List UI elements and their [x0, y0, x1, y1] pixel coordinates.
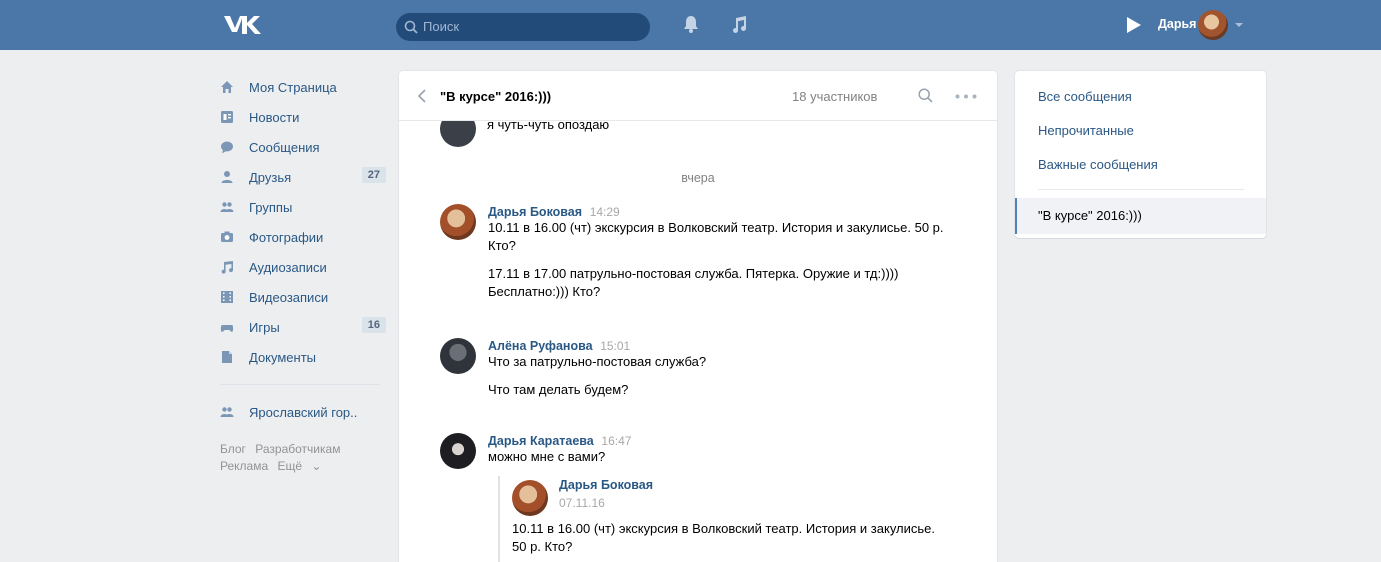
document-icon [222, 351, 232, 363]
menu-item-video[interactable]: Видеозаписи [220, 282, 386, 312]
message-text: Что за патрульно-постовая служба? [488, 354, 707, 369]
chat-header: "В курсе" 2016:))) 18 участников [399, 71, 997, 121]
avatar[interactable] [512, 480, 548, 516]
menu-item-friends[interactable]: Друзья 27 [220, 162, 386, 192]
message-time[interactable]: 15:01 [600, 339, 630, 353]
menu-divider [220, 384, 380, 385]
footer-link-ads[interactable]: Реклама [220, 459, 268, 473]
top-bar: Поиск Дарья [0, 0, 1381, 50]
music-icon [221, 261, 234, 274]
music-note-icon[interactable] [730, 15, 748, 33]
menu-item-messages[interactable]: Сообщения [220, 132, 386, 162]
avatar[interactable] [440, 433, 476, 469]
menu-item-group-link[interactable]: Ярославский гор.. [220, 397, 386, 427]
message-time[interactable]: 14:29 [590, 205, 620, 219]
more-options-icon[interactable] [955, 94, 977, 99]
avatar[interactable] [440, 204, 476, 240]
menu-item-news[interactable]: Новости [220, 102, 386, 132]
message-text: можно мне с вами? [488, 449, 606, 464]
message-text: 17.11 в 17.00 патрульно-постовая служба.… [488, 266, 899, 299]
news-icon [221, 111, 233, 123]
menu-item-audio[interactable]: Аудиозаписи [220, 252, 386, 282]
menu-item-games[interactable]: Игры 16 [220, 312, 386, 342]
message-body: Алёна Руфанова 15:01 Что за патрульно-по… [488, 338, 958, 399]
games-count-badge: 16 [361, 317, 386, 333]
groups-icon [220, 202, 234, 212]
groups-icon [220, 407, 234, 417]
footer-link-more[interactable]: Ещё ⌄ [277, 459, 327, 473]
left-menu: Моя Страница Новости Сообщения Друзья 27… [220, 72, 386, 475]
chat-panel: "В курсе" 2016:))) 18 участников я чуть-… [399, 71, 997, 562]
footer-link-developers[interactable]: Разработчикам [255, 442, 340, 456]
avatar[interactable] [440, 338, 476, 374]
message-filters-panel: Все сообщения Непрочитанные Важные сообщ… [1015, 71, 1266, 238]
search-input[interactable]: Поиск [396, 13, 650, 41]
camera-icon [221, 231, 233, 242]
home-icon [221, 81, 233, 93]
user-avatar[interactable] [1198, 10, 1228, 40]
message-time[interactable]: 16:47 [601, 434, 631, 448]
forwarded-date[interactable]: 07.11.16 [559, 496, 605, 510]
filter-important[interactable]: Важные сообщения [1038, 157, 1158, 172]
search-placeholder: Поиск [423, 19, 460, 34]
filters-divider [1038, 189, 1244, 190]
filter-unread[interactable]: Непрочитанные [1038, 123, 1134, 138]
video-icon [221, 291, 233, 303]
message-author[interactable]: Дарья Каратаева [488, 434, 594, 448]
bell-icon[interactable] [683, 15, 699, 33]
play-icon[interactable] [1126, 16, 1142, 34]
gamepad-icon [220, 325, 234, 332]
footer-link-blog[interactable]: Блог [220, 442, 246, 456]
forwarded-text: 10.11 в 16.00 (чт) экскурсия в Волковски… [512, 521, 935, 554]
chevron-down-icon: ⌄ [311, 459, 322, 473]
menu-item-my-page[interactable]: Моя Страница [220, 72, 386, 102]
message-text: Что там делать будем? [488, 382, 629, 397]
messages-icon [221, 141, 233, 154]
filter-all-messages[interactable]: Все сообщения [1038, 89, 1132, 104]
message-author[interactable]: Алёна Руфанова [488, 339, 593, 353]
message-body: Дарья Боковая 14:29 10.11 в 16.00 (чт) э… [488, 204, 958, 301]
message-text: 10.11 в 16.00 (чт) экскурсия в Волковски… [488, 220, 944, 253]
search-icon [404, 20, 418, 34]
selected-chat-label: "В курсе" 2016:))) [1038, 208, 1142, 223]
message-body: Дарья Каратаева 16:47 можно мне с вами? … [488, 433, 958, 562]
friends-count-badge: 27 [361, 167, 386, 183]
menu-item-photos[interactable]: Фотографии [220, 222, 386, 252]
search-icon[interactable] [918, 88, 933, 103]
members-count[interactable]: 18 участников [792, 89, 877, 104]
footer-links: Блог Разработчикам Реклама Ещё ⌄ [220, 441, 386, 475]
selected-chat-item[interactable]: "В курсе" 2016:))) [1015, 198, 1266, 234]
forwarded-author[interactable]: Дарья Боковая [559, 478, 653, 492]
chevron-down-icon[interactable] [1235, 23, 1243, 27]
chat-title[interactable]: "В курсе" 2016:))) [440, 89, 551, 104]
user-name[interactable]: Дарья [1158, 17, 1196, 31]
forwarded-message[interactable]: Дарья Боковая 07.11.16 10.11 в 16.00 (чт… [498, 476, 958, 562]
menu-item-documents[interactable]: Документы [220, 342, 386, 372]
message-author[interactable]: Дарья Боковая [488, 205, 582, 219]
day-separator: вчера [681, 171, 715, 185]
back-arrow-icon[interactable] [417, 89, 427, 103]
vk-logo-icon[interactable] [222, 12, 262, 38]
menu-item-groups[interactable]: Группы [220, 192, 386, 222]
friends-icon [221, 171, 233, 183]
